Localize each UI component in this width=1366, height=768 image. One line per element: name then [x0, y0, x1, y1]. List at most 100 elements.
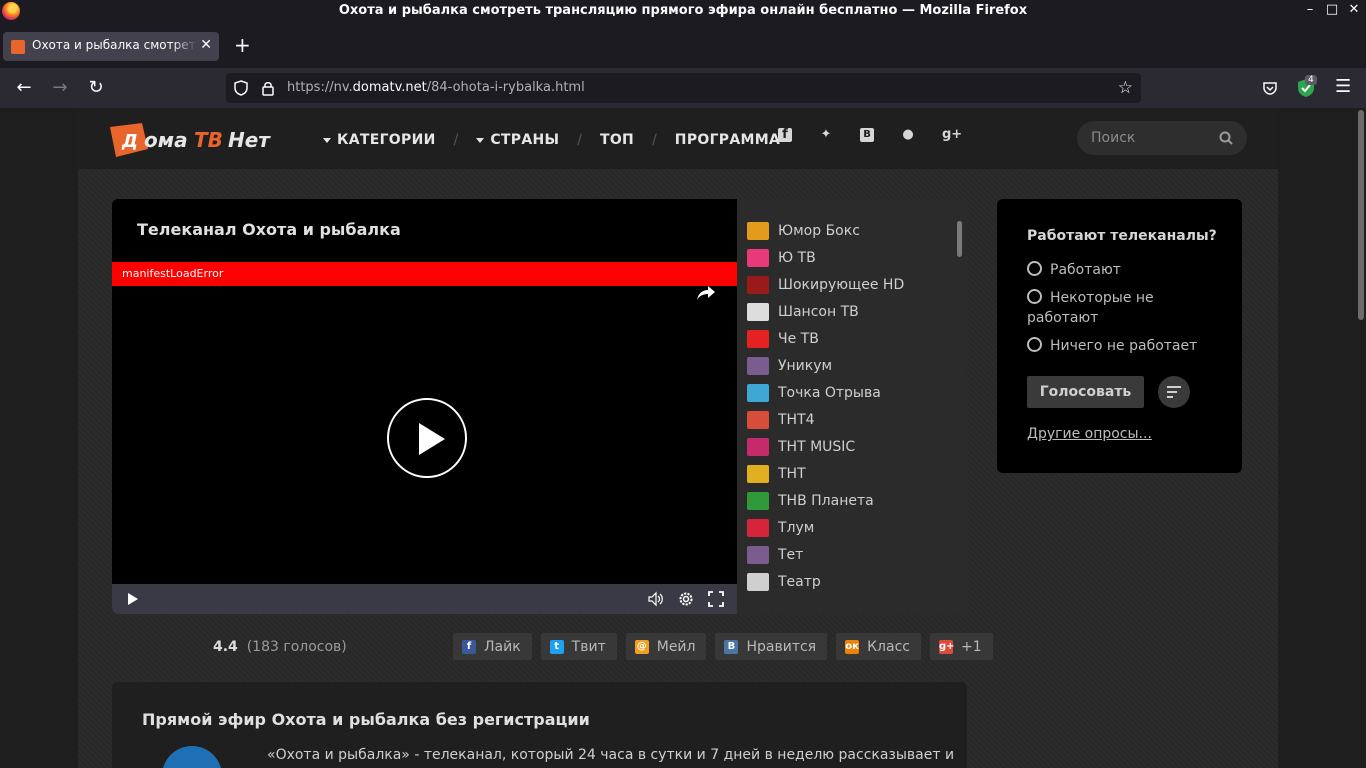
- poll-question: Работают телеканалы?: [1027, 228, 1217, 244]
- description-block: Прямой эфир Охота и рыбалка без регистра…: [112, 682, 967, 768]
- channel-name: Шансон ТВ: [778, 303, 859, 320]
- channel-list-scrollbar[interactable]: [957, 221, 962, 257]
- close-window-icon[interactable]: ✕: [1345, 2, 1363, 17]
- share-button[interactable]: t Твит: [540, 633, 617, 660]
- share-button[interactable]: f Лайк: [453, 633, 532, 660]
- facebook-icon[interactable]: f: [778, 128, 792, 142]
- poll-option[interactable]: Работают: [1027, 260, 1227, 280]
- share-button[interactable]: В Нравится: [715, 633, 828, 660]
- share-button[interactable]: ок Класс: [836, 633, 921, 660]
- nav-separator: /: [577, 132, 582, 148]
- url-text[interactable]: https://nv.domatv.net/84-ohota-i-rybalka…: [287, 80, 585, 95]
- extension-badge: 4: [1305, 75, 1317, 85]
- nav-top[interactable]: ТОП: [600, 132, 634, 148]
- bookmark-star-icon[interactable]: ☆: [1118, 78, 1133, 98]
- tab-title: Охота и рыбалка смотреть трансляцию прям…: [32, 38, 197, 52]
- nav-separator: /: [652, 132, 657, 148]
- channel-logo-icon: [747, 302, 769, 321]
- share-button[interactable]: g+ +1: [929, 633, 993, 660]
- poll-widget: Работают телеканалы? Работают Некоторые …: [997, 199, 1242, 473]
- page-scrollbar-thumb[interactable]: [1358, 110, 1364, 320]
- reload-icon[interactable]: ↻: [84, 76, 108, 100]
- radio-button[interactable]: [1027, 289, 1042, 304]
- window-title: Охота и рыбалка смотреть трансляцию прям…: [338, 3, 1028, 18]
- poll-option[interactable]: Некоторые не работают: [1027, 288, 1227, 328]
- site-container: Д ома ТВ Нет КАТЕГОРИИ / СТРАНЫ / ТОП / …: [78, 108, 1278, 768]
- other-polls-link[interactable]: Другие опросы...: [1027, 426, 1152, 442]
- caret-down-icon: [476, 137, 485, 143]
- channel-item[interactable]: Шансон ТВ: [747, 298, 904, 325]
- nav-countries[interactable]: СТРАНЫ: [476, 132, 559, 148]
- tab-close-icon[interactable]: ✕: [200, 37, 212, 53]
- channel-item[interactable]: ТНТ MUSIC: [747, 433, 904, 460]
- video-player[interactable]: Телеканал Охота и рыбалка manifestLoadEr…: [112, 199, 737, 614]
- channel-logo-icon: [747, 464, 769, 483]
- poll-option[interactable]: Ничего не работает: [1027, 336, 1227, 356]
- search-icon[interactable]: [1219, 131, 1233, 145]
- channel-item[interactable]: Тет: [747, 541, 904, 568]
- description-text: «Охота и рыбалка» - телеканал, который 2…: [267, 747, 955, 763]
- tracking-shield-icon[interactable]: [234, 80, 248, 96]
- site-favicon-icon: [11, 40, 25, 54]
- channel-item[interactable]: Юмор Бокс: [747, 217, 904, 244]
- share-button[interactable]: @ Мейл: [625, 633, 707, 660]
- channel-name: Тет: [778, 546, 804, 563]
- search-input[interactable]: [1091, 129, 1211, 147]
- channel-item[interactable]: Шокирующее HD: [747, 271, 904, 298]
- channel-item[interactable]: Уникум: [747, 352, 904, 379]
- vk-icon[interactable]: В: [860, 128, 874, 142]
- share-label: Твит: [571, 638, 606, 655]
- channel-logo-icon: [747, 356, 769, 375]
- site-logo[interactable]: Д ома ТВ Нет: [108, 119, 288, 161]
- nav-separator: /: [453, 132, 459, 148]
- google-plus-icon[interactable]: g+: [942, 128, 962, 142]
- channel-item[interactable]: ТНТ4: [747, 406, 904, 433]
- url-bar[interactable]: https://nv.domatv.net/84-ohota-i-rybalka…: [226, 73, 1141, 103]
- lock-icon[interactable]: [261, 80, 275, 96]
- page-scrollbar[interactable]: [1356, 108, 1366, 768]
- maximize-icon[interactable]: □: [1323, 2, 1341, 17]
- channel-logo-icon: [747, 275, 769, 294]
- channel-name: Театр: [778, 573, 821, 590]
- channel-item[interactable]: ТНТ: [747, 460, 904, 487]
- radio-button[interactable]: [1027, 261, 1042, 276]
- share-label: Лайк: [484, 638, 521, 655]
- channel-name: ТНТ: [778, 465, 806, 482]
- share-label: Мейл: [656, 638, 696, 655]
- channel-item[interactable]: Тлум: [747, 514, 904, 541]
- channel-name: Точка Отрыва: [778, 384, 881, 401]
- vote-button[interactable]: Голосовать: [1027, 376, 1144, 408]
- pocket-icon[interactable]: [1262, 80, 1278, 96]
- fullscreen-icon[interactable]: [708, 591, 724, 607]
- new-tab-icon[interactable]: +: [234, 35, 251, 55]
- channel-item[interactable]: Точка Отрыва: [747, 379, 904, 406]
- browser-navbar: ← → ↻ https://nv.domatv.net/84-ohota-i-r…: [0, 68, 1366, 108]
- main-nav: КАТЕГОРИИ / СТРАНЫ / ТОП / ПРОГРАММА: [323, 130, 780, 150]
- radio-button[interactable]: [1027, 337, 1042, 352]
- nav-program[interactable]: ПРОГРАММА: [675, 132, 780, 148]
- share-buttons: f Лайк t Твит @ Мейл В Нравится ок Класс g+ +1: [453, 633, 1002, 660]
- channel-item[interactable]: ТНВ Планета: [747, 487, 904, 514]
- tab-active[interactable]: Охота и рыбалка смотреть трансляцию прям…: [3, 32, 219, 61]
- odnoklassniki-icon[interactable]: ●: [901, 128, 915, 142]
- nav-categories[interactable]: КАТЕГОРИИ: [323, 132, 436, 148]
- play-big-button[interactable]: [387, 398, 467, 478]
- poll-results-button[interactable]: [1158, 376, 1190, 408]
- channel-item[interactable]: Че ТВ: [747, 325, 904, 352]
- svg-text:ТВ: ТВ: [194, 128, 223, 152]
- forward-icon[interactable]: →: [48, 76, 72, 100]
- menu-icon[interactable]: ☰: [1335, 76, 1351, 97]
- play-icon[interactable]: [124, 591, 140, 607]
- channel-name: ТНТ MUSIC: [778, 438, 856, 455]
- volume-icon[interactable]: [648, 591, 664, 607]
- channel-logo-icon: [747, 248, 769, 267]
- twitter-icon[interactable]: ✦: [819, 128, 833, 142]
- channel-item[interactable]: Ю ТВ: [747, 244, 904, 271]
- channel-item[interactable]: Театр: [747, 568, 904, 595]
- back-icon[interactable]: ←: [12, 76, 36, 100]
- channel-name: Че ТВ: [778, 330, 819, 347]
- share-arrow-icon[interactable]: [696, 285, 716, 301]
- minimize-icon[interactable]: –: [1301, 2, 1319, 17]
- settings-icon[interactable]: [678, 591, 694, 607]
- share-label: +1: [960, 638, 982, 655]
